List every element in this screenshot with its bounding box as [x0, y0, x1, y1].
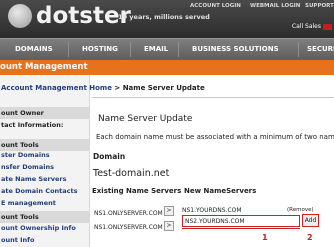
- sidebar-item-register-domains[interactable]: ster Domains: [1, 151, 50, 159]
- top-header: dotster 10 years, millions served ACCOUN…: [0, 0, 334, 38]
- dotster-logo-icon[interactable]: [8, 4, 32, 28]
- annotation-marker-2: 2: [307, 233, 313, 242]
- call-sales-label: Call Sales: [291, 23, 321, 30]
- support-link[interactable]: SUPPORT: [305, 3, 334, 9]
- nav-business-solutions[interactable]: BUSINESS SOLUTIONS: [192, 45, 279, 53]
- nav-hosting[interactable]: HOSTING: [82, 45, 118, 53]
- page-section-title: ount Management: [0, 62, 88, 72]
- logo-text[interactable]: dotster: [36, 3, 131, 29]
- new-server-item: NS1.YOURDNS.COM: [182, 207, 242, 214]
- add-button[interactable]: Add: [302, 214, 319, 227]
- new-servers-header: New NameServers: [184, 187, 257, 195]
- nav-email[interactable]: EMAIL: [144, 45, 168, 53]
- sidebar-item-dns-management[interactable]: E management: [1, 199, 56, 207]
- sidebar-item-update-domain-contacts[interactable]: ate Domain Contacts: [1, 187, 78, 195]
- annotation-underline: [182, 228, 300, 229]
- nav-divider: [130, 42, 131, 57]
- copy-arrow-button[interactable]: >: [164, 206, 174, 216]
- nav-divider: [178, 42, 179, 57]
- sidebar-item-account-info[interactable]: ount Info: [1, 236, 34, 244]
- copy-arrow-button[interactable]: >: [164, 221, 174, 231]
- nav-domains[interactable]: DOMAINS: [15, 45, 53, 53]
- account-login-link[interactable]: ACCOUNT LOGIN: [190, 3, 241, 9]
- account-management-bar: ount Management: [0, 60, 334, 75]
- nav-divider: [68, 42, 69, 57]
- instruction-text: Each domain name must be associated with…: [96, 133, 334, 141]
- existing-server-item: NS1.ONLYSERVER.COM: [94, 210, 163, 217]
- sidebar-heading-tools: ount Tools: [0, 139, 90, 151]
- domain-label: Domain: [93, 152, 126, 161]
- remove-link[interactable]: (Remove): [287, 207, 314, 213]
- breadcrumb: Account Management Home > Name Server Up…: [1, 84, 205, 92]
- sidebar-item-transfer-domains[interactable]: nsfer Domains: [1, 163, 54, 171]
- sidebar-item-update-name-servers[interactable]: ate Name Servers: [1, 175, 66, 183]
- webmail-login-link[interactable]: WEBMAIL LOGIN: [250, 3, 300, 9]
- sidebar-item-contact-information[interactable]: tact Information:: [1, 121, 63, 129]
- tagline: 10 years, millions served: [118, 13, 210, 21]
- nav-security[interactable]: SECURI: [307, 45, 334, 53]
- divider: [92, 97, 334, 98]
- existing-server-item: NS1.ONLYSERVER.COM: [94, 224, 163, 231]
- breadcrumb-home-link[interactable]: Account Management Home: [1, 84, 112, 92]
- page-title: Name Server Update: [98, 114, 193, 124]
- flag-icon: [323, 23, 332, 30]
- annotation-marker-1: 1: [262, 233, 268, 242]
- sidebar-item-account-ownership-info[interactable]: ount Ownership Info: [1, 224, 76, 232]
- nav-divider: [298, 42, 299, 57]
- existing-servers-header: Existing Name Servers: [92, 187, 182, 195]
- sidebar-heading-tools-2: ount Tools: [0, 211, 90, 223]
- call-sales: Call Sales: [292, 23, 332, 30]
- new-nameserver-input[interactable]: [182, 215, 300, 227]
- sidebar-heading-owner: ount Owner: [0, 107, 90, 119]
- breadcrumb-current: Name Server Update: [122, 84, 205, 92]
- sidebar: ount Owner tact Information: ount Tools …: [0, 75, 90, 247]
- breadcrumb-separator: >: [111, 84, 123, 92]
- main-nav: DOMAINS HOSTING EMAIL BUSINESS SOLUTIONS…: [0, 38, 334, 60]
- domain-name: Test-domain.net: [93, 168, 170, 179]
